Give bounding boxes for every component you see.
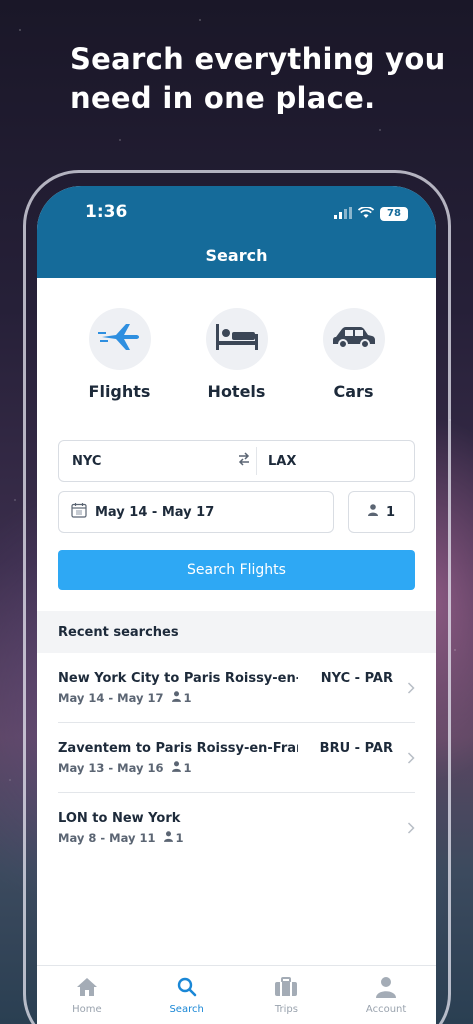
recent-search-title: New York City to Paris Roissy-en-... (58, 671, 298, 686)
tab-search-label: Search (169, 1004, 204, 1015)
chevron-right-icon (407, 749, 415, 768)
swap-icon (237, 451, 251, 471)
chevron-right-icon (407, 679, 415, 698)
swap-button[interactable] (234, 451, 254, 471)
app-screen: 1:36 78 Search Flights Hotels Cars NYC L… (37, 186, 436, 1024)
promo-headline: Search everything you need in one place. (70, 42, 446, 115)
person-icon (367, 504, 378, 520)
recent-search-dates: May 8 - May 11 (58, 831, 156, 845)
home-icon (76, 977, 98, 1000)
recent-search-travelers: 1 (183, 691, 192, 705)
recent-search-item[interactable]: New York City to Paris Roissy-en-... NYC… (58, 653, 415, 723)
category-hotels[interactable]: Hotels (187, 308, 287, 401)
search-flights-button[interactable]: Search Flights (58, 550, 415, 590)
bed-icon (215, 324, 258, 354)
route-fields: NYC LAX (58, 440, 415, 482)
tab-account-label: Account (365, 1004, 407, 1015)
recent-search-meta: May 13 - May 16 1 (58, 761, 415, 775)
tab-search[interactable]: Search (147, 976, 227, 1024)
signal-icon (334, 204, 352, 223)
destination-field[interactable]: LAX (254, 454, 296, 469)
origin-field[interactable]: NYC (59, 454, 234, 469)
category-cars-label: Cars (333, 382, 374, 401)
battery-icon: 78 (380, 206, 408, 221)
route-divider (256, 447, 257, 475)
person-icon (171, 691, 181, 705)
search-icon (177, 977, 197, 1000)
bottom-tab-bar: Home Search Trips Account (37, 965, 436, 1024)
recent-search-code: BRU - PAR (319, 741, 393, 756)
date-range-value: May 14 - May 17 (95, 504, 215, 520)
tab-trips-label: Trips (274, 1004, 298, 1015)
suitcase-icon (274, 976, 298, 1000)
category-selector: Flights Hotels Cars (37, 308, 436, 401)
recent-search-meta: May 14 - May 17 1 (58, 691, 415, 705)
travelers-field[interactable]: 1 (348, 491, 415, 533)
wifi-icon (357, 204, 375, 223)
screen-title: Search (205, 246, 268, 265)
recent-search-travelers: 1 (175, 831, 184, 845)
travelers-count: 1 (385, 504, 396, 520)
status-icons: 78 (334, 204, 408, 223)
recent-search-item[interactable]: LON to New York May 8 - May 11 1 (58, 793, 415, 863)
tab-home-label: Home (72, 1004, 102, 1015)
recent-searches-header: Recent searches (37, 611, 436, 653)
plane-icon (97, 322, 142, 356)
category-cars[interactable]: Cars (304, 308, 404, 401)
recent-search-travelers: 1 (183, 761, 192, 775)
category-flights-label: Flights (88, 382, 151, 401)
recent-search-title: LON to New York (58, 811, 181, 826)
app-header: 1:36 78 Search (37, 186, 436, 278)
recent-search-dates: May 13 - May 16 (58, 761, 164, 775)
person-icon (171, 761, 181, 775)
recent-search-title: Zaventem to Paris Roissy-en-France (58, 741, 298, 756)
tab-account[interactable]: Account (346, 976, 426, 1024)
category-hotels-label: Hotels (207, 382, 266, 401)
tab-trips[interactable]: Trips (246, 976, 326, 1024)
recent-search-meta: May 8 - May 11 1 (58, 831, 415, 845)
chevron-right-icon (407, 819, 415, 838)
recent-search-code: NYC - PAR (320, 671, 393, 686)
car-icon (332, 325, 375, 353)
tab-home[interactable]: Home (47, 976, 127, 1024)
person-icon (163, 831, 173, 845)
date-range-field[interactable]: May 14 - May 17 (58, 491, 334, 533)
category-flights[interactable]: Flights (70, 308, 170, 401)
calendar-icon (71, 502, 87, 522)
person-icon (376, 976, 397, 1001)
recent-search-item[interactable]: Zaventem to Paris Roissy-en-France BRU -… (58, 723, 415, 793)
recent-searches-list: New York City to Paris Roissy-en-... NYC… (58, 653, 415, 863)
status-time: 1:36 (85, 202, 128, 222)
recent-search-dates: May 14 - May 17 (58, 691, 164, 705)
